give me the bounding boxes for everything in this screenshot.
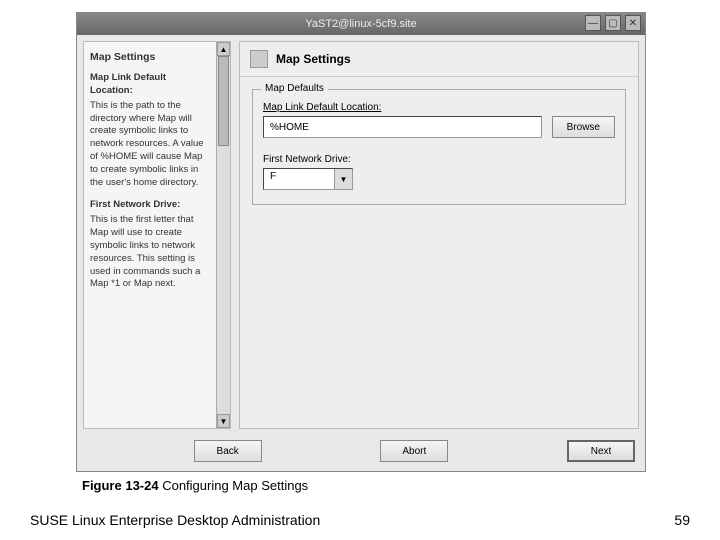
chevron-down-icon[interactable]: ▼ [334,169,352,189]
scroll-down-button[interactable]: ▼ [217,414,230,428]
page-footer-title: SUSE Linux Enterprise Desktop Administra… [30,512,320,528]
help-section-2: First Network Drive: This is the first l… [90,199,210,291]
figure-number: Figure 13-24 [82,478,159,493]
help-panel: Map Settings Map Link Default Location: … [83,41,231,429]
main-body: Map Defaults Map Link Default Location: … [240,77,638,428]
scroll-up-button[interactable]: ▲ [217,42,230,56]
wizard-button-bar: Back Abort Next [77,435,645,467]
figure-caption: Figure 13-24 Configuring Map Settings [82,478,308,493]
abort-button[interactable]: Abort [380,440,448,462]
page-number: 59 [674,512,690,528]
app-window: YaST2@linux-5cf9.site — ▢ ✕ Map Settings… [76,12,646,472]
next-button[interactable]: Next [567,440,635,462]
location-row: Browse [263,116,615,138]
titlebar: YaST2@linux-5cf9.site — ▢ ✕ [77,13,645,35]
help-section-2-title: First Network Drive: [90,199,210,212]
location-input[interactable] [263,116,542,138]
minimize-button[interactable]: — [585,15,601,31]
main-panel: Map Settings Map Defaults Map Link Defau… [239,41,639,429]
map-defaults-fieldset: Map Defaults Map Link Default Location: … [252,89,626,205]
main-header: Map Settings [240,42,638,77]
close-button[interactable]: ✕ [625,15,641,31]
help-title: Map Settings [90,50,210,64]
fieldset-legend: Map Defaults [261,83,328,94]
help-section-2-text: This is the first letter that Map will u… [90,214,200,289]
map-settings-icon [250,50,268,68]
help-section-1: Map Link Default Location: This is the p… [90,72,210,189]
drive-value: F [264,169,334,189]
scroll-thumb[interactable] [218,56,229,146]
help-scrollbar[interactable]: ▲ ▼ [216,42,230,428]
help-section-1-text: This is the path to the directory where … [90,100,204,188]
maximize-button[interactable]: ▢ [605,15,621,31]
help-section-1-title: Map Link Default Location: [90,72,210,98]
browse-button[interactable]: Browse [552,116,615,138]
scroll-track[interactable] [217,56,230,414]
window-controls: — ▢ ✕ [585,15,641,31]
content-area: Map Settings Map Link Default Location: … [77,35,645,435]
back-button[interactable]: Back [194,440,262,462]
drive-label: First Network Drive: [263,154,615,165]
location-label: Map Link Default Location: [263,102,615,113]
main-title: Map Settings [276,52,351,66]
figure-text: Configuring Map Settings [159,478,309,493]
window-title: YaST2@linux-5cf9.site [305,18,416,30]
drive-dropdown[interactable]: F ▼ [263,168,353,190]
help-body: Map Settings Map Link Default Location: … [84,42,216,428]
